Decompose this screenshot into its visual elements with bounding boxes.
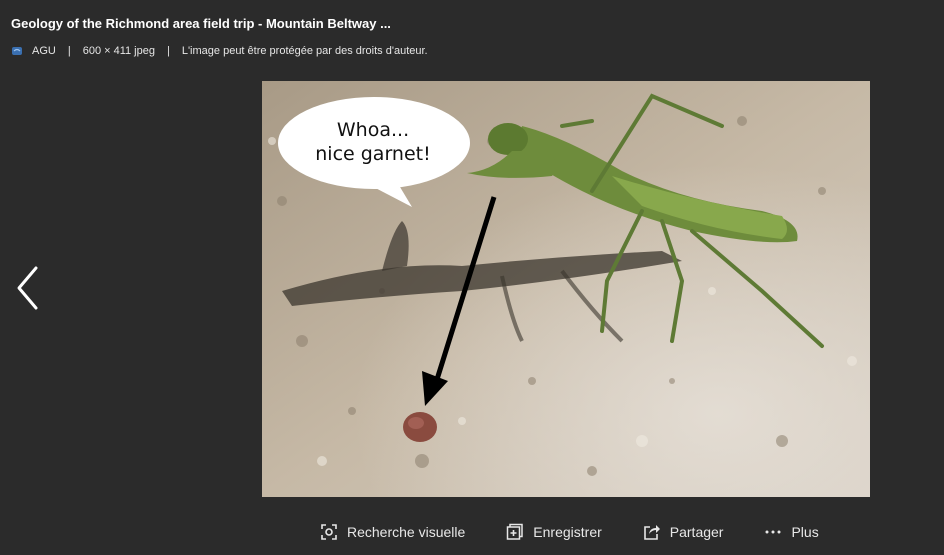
image-viewer: Geology of the Richmond area field trip … (0, 0, 944, 555)
more-dots-icon (764, 523, 782, 541)
image-dimensions: 600 × 411 jpeg (82, 45, 155, 57)
share-icon (643, 523, 661, 541)
save-button[interactable]: Enregistrer (506, 523, 602, 541)
previous-image-button[interactable] (12, 265, 42, 311)
speech-bubble: Whoa... nice garnet! (278, 118, 468, 166)
source-name[interactable]: AGU (32, 45, 56, 57)
copyright-notice: L'image peut être protégée par des droit… (181, 45, 428, 57)
image-title[interactable]: Geology of the Richmond area field trip … (11, 16, 391, 31)
meta-separator: | (166, 45, 170, 57)
add-collection-icon (506, 523, 524, 541)
meta-separator: | (67, 45, 71, 57)
main-image[interactable]: Whoa... nice garnet! (262, 81, 870, 497)
visual-search-icon (320, 523, 338, 541)
source-favicon-icon (11, 45, 23, 57)
image-actions-bar: Recherche visuelle Enregistrer Partager (320, 521, 819, 543)
chevron-left-icon (17, 266, 38, 310)
image-meta: AGU | 600 × 411 jpeg | L'image peut être… (11, 43, 428, 59)
visual-search-label: Recherche visuelle (347, 524, 466, 540)
share-button[interactable]: Partager (643, 523, 724, 541)
more-button[interactable]: Plus (764, 523, 819, 541)
more-label: Plus (791, 524, 819, 540)
visual-search-button[interactable]: Recherche visuelle (320, 523, 465, 541)
speech-line: Whoa... (336, 119, 410, 141)
share-label: Partager (669, 524, 724, 540)
save-label: Enregistrer (533, 524, 602, 540)
speech-line: nice garnet! (315, 143, 431, 165)
